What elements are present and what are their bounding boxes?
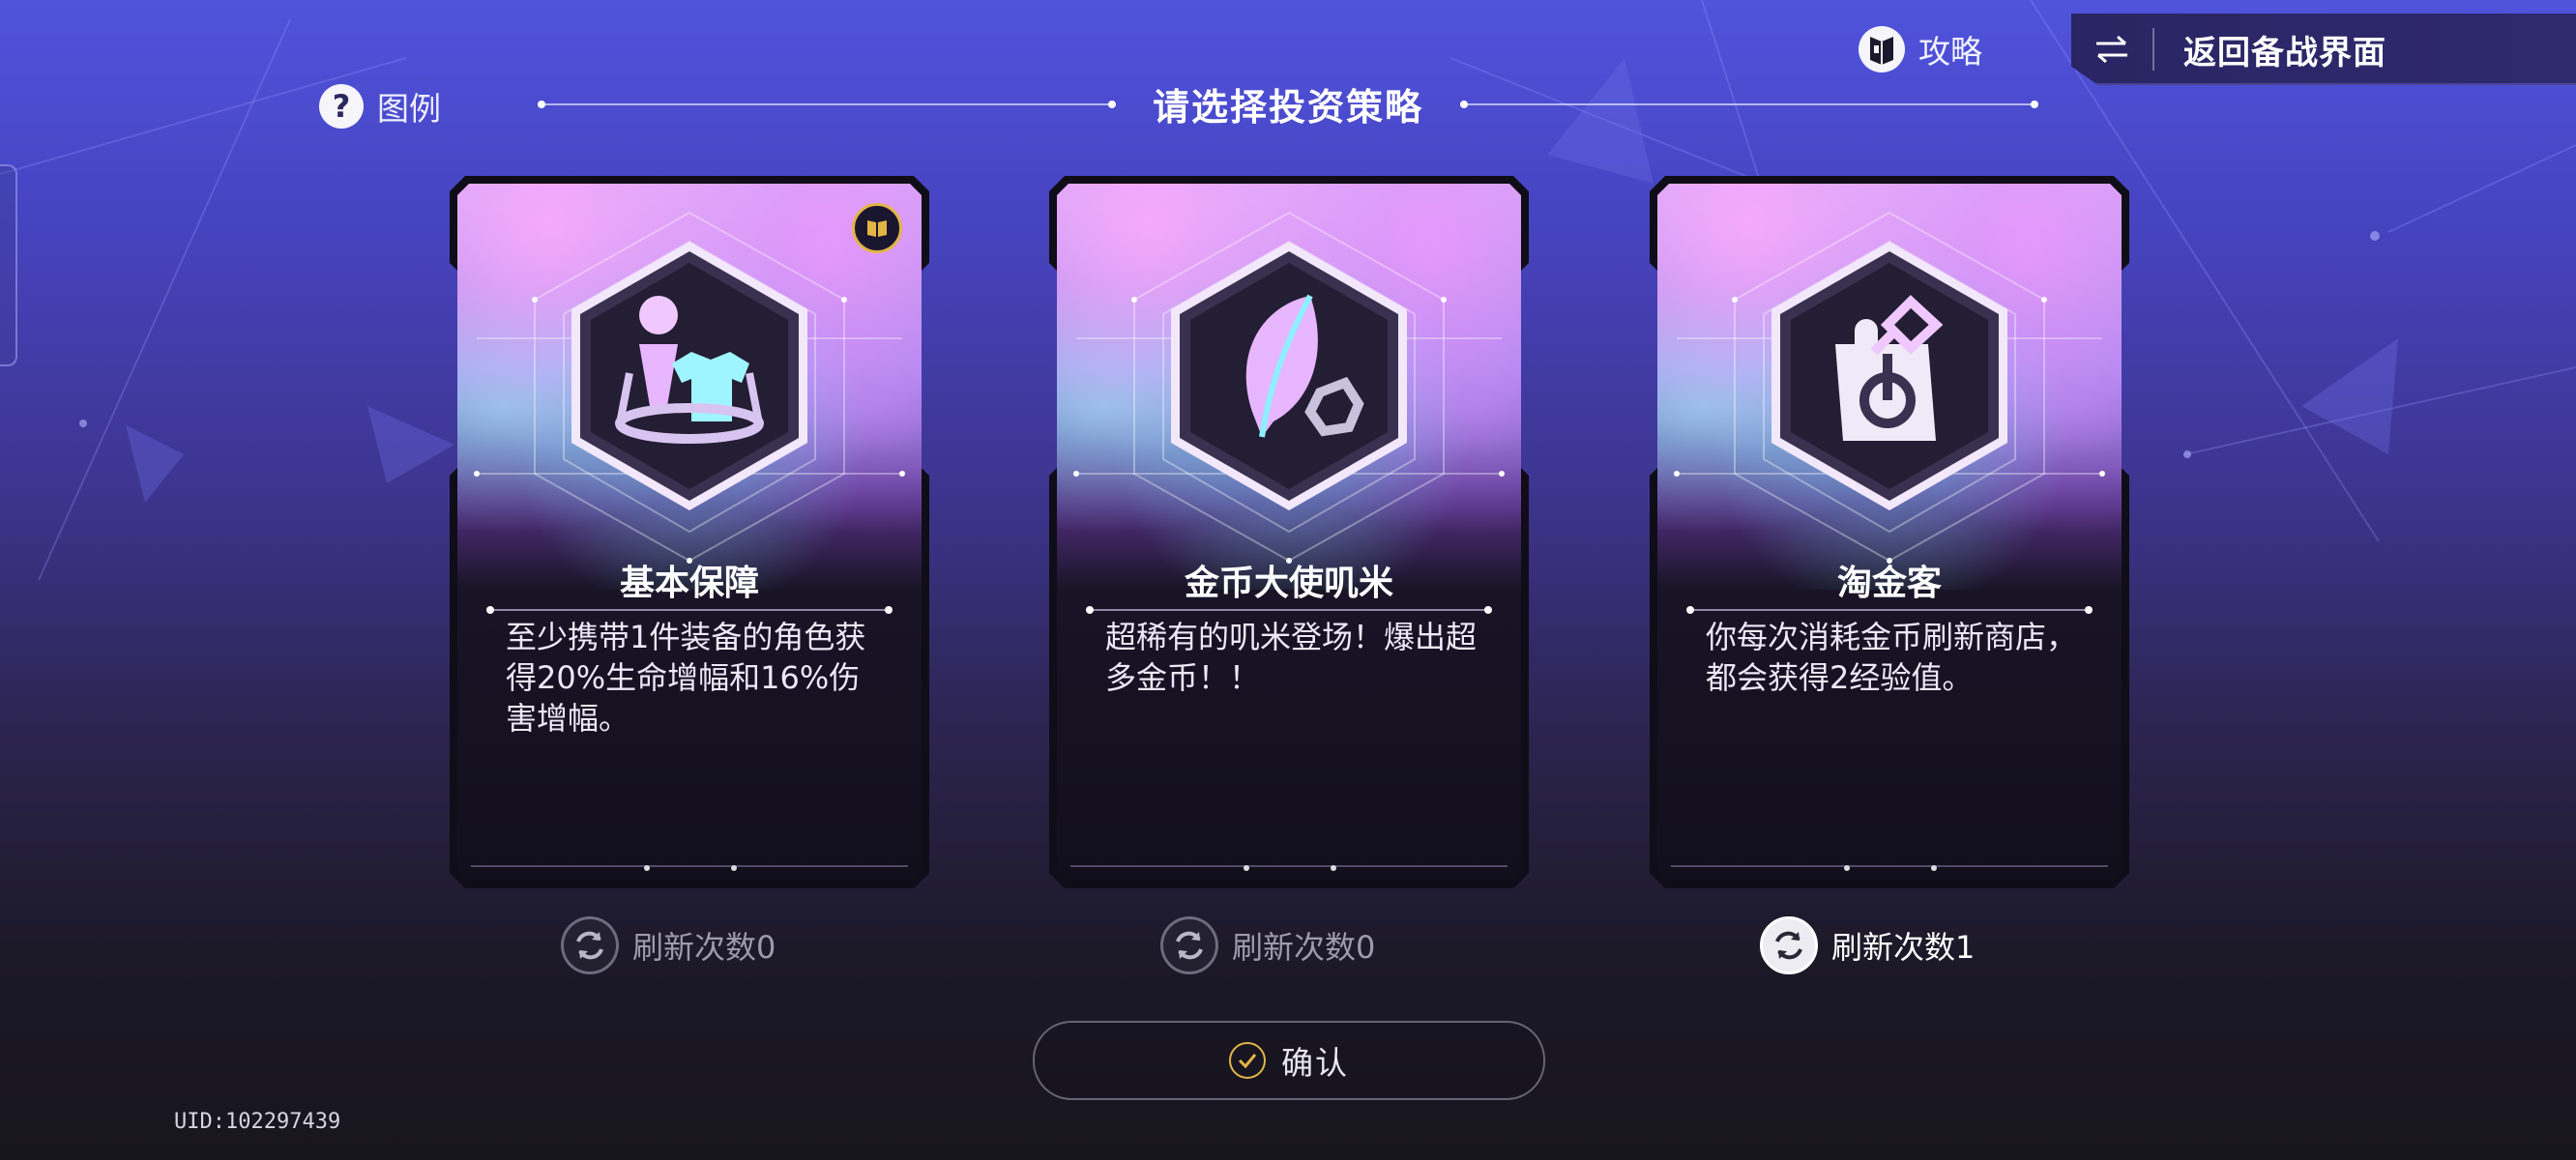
side-drawer-tab[interactable] (0, 164, 17, 366)
decor-dot (1244, 865, 1249, 871)
feather-coin-icon (1171, 242, 1407, 510)
decor-dot (1931, 865, 1937, 871)
card-rule (1686, 606, 2093, 614)
refresh-button-card-3[interactable]: 刷新次数1 (1760, 914, 1975, 976)
card-body: 淘金客 你每次消耗金币刷新商店，都会获得2经验值。 (1657, 184, 2122, 881)
swap-arrows-icon (2071, 33, 2152, 66)
refresh-count-label: 刷新次数0 (1232, 929, 1376, 966)
title-rule-right (1460, 101, 2038, 108)
decor-dot (644, 865, 650, 871)
decor-dot (731, 865, 737, 871)
strategy-card-coin-ambassador[interactable]: 金币大使叽米 超稀有的叽米登场！爆出超多金币！！ (1049, 176, 1529, 888)
guide-label: 攻略 (1918, 33, 1982, 71)
confirm-label: 确认 (1281, 1044, 1349, 1082)
card-description: 你每次消耗金币刷新商店，都会获得2经验值。 (1706, 619, 2078, 696)
card-description: 至少携带1件装备的角色获得20%生命增幅和16%伤害增幅。 (506, 619, 866, 737)
card-bottom-rule (1671, 865, 2108, 867)
confirm-button[interactable]: 确认 (1033, 1021, 1545, 1100)
character-equipment-icon (571, 242, 807, 510)
legend-label: 图例 (377, 90, 441, 128)
card-title: 淘金客 (1836, 564, 1942, 603)
back-label: 返回备战界面 (2183, 33, 2386, 72)
guide-button[interactable]: 攻略 (1859, 21, 1982, 77)
divider (2152, 28, 2154, 71)
card-body: 金币大使叽米 超稀有的叽米登场！爆出超多金币！！ (1057, 184, 1521, 881)
book-icon (1859, 26, 1905, 72)
card-bottom-rule (1070, 865, 1508, 867)
card-rule (1086, 606, 1492, 614)
book-badge-icon (852, 203, 902, 253)
refresh-icon (1160, 916, 1218, 974)
title-rule-left (538, 101, 1116, 108)
card-title: 基本保障 (619, 564, 759, 603)
decor-dot (1844, 865, 1850, 871)
card-rule (486, 606, 893, 614)
refresh-button-card-1[interactable]: 刷新次数0 (561, 914, 776, 976)
checkmark-icon (1229, 1042, 1266, 1079)
strategy-card-gold-digger[interactable]: 淘金客 你每次消耗金币刷新商店，都会获得2经验值。 (1650, 176, 2129, 888)
user-id: UID:102297439 (174, 1110, 341, 1134)
refresh-button-card-2[interactable]: 刷新次数0 (1160, 914, 1375, 976)
card-description: 超稀有的叽米登场！爆出超多金币！！ (1105, 619, 1478, 696)
refresh-icon (561, 916, 619, 974)
card-bottom-rule (471, 865, 908, 867)
decor-dot (1331, 865, 1336, 871)
shopping-bag-icon (1771, 242, 2007, 510)
card-title: 金币大使叽米 (1184, 564, 1393, 603)
card-body: 基本保障 至少携带1件装备的角色获得20%生命增幅和16%伤害增幅。 (457, 184, 922, 881)
refresh-count-label: 刷新次数1 (1831, 929, 1976, 966)
page-title: 请选择投资策略 (1152, 86, 1423, 129)
back-to-prep-button[interactable]: 返回备战界面 (2071, 14, 2576, 85)
legend-button[interactable]: ? 图例 (319, 83, 441, 130)
refresh-icon (1760, 916, 1818, 974)
strategy-card-basic-guarantee[interactable]: 基本保障 至少携带1件装备的角色获得20%生命增幅和16%伤害增幅。 (450, 176, 929, 888)
refresh-count-label: 刷新次数0 (632, 929, 776, 966)
question-mark-icon: ? (319, 84, 364, 129)
